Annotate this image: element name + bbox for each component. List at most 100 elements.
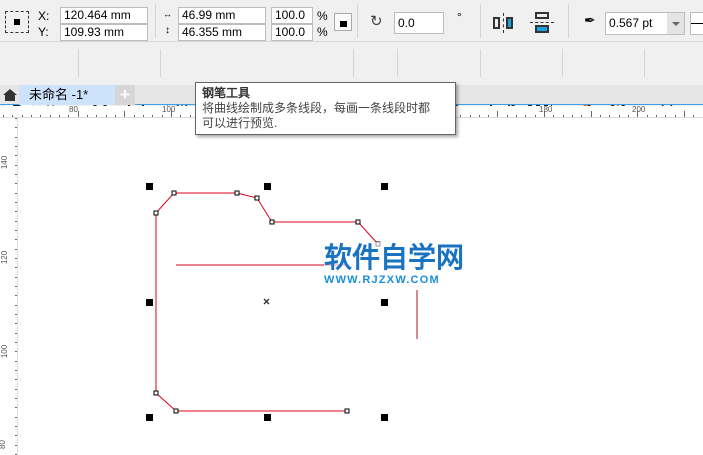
ruler-tick xyxy=(15,416,17,418)
ruler-tick xyxy=(646,115,648,117)
ruler-tick xyxy=(15,379,17,381)
rotate-icon: ↻ xyxy=(370,13,383,30)
width-input[interactable]: 46.99 mm xyxy=(178,7,266,24)
add-tab-button[interactable]: + xyxy=(115,85,135,105)
ruler-tick xyxy=(15,276,17,278)
selection-handle[interactable] xyxy=(146,414,153,421)
degree-label: ° xyxy=(457,10,462,24)
ruler-tick xyxy=(674,115,676,117)
selection-handle[interactable] xyxy=(146,183,153,190)
ruler-tick xyxy=(21,115,23,117)
y-position-input[interactable]: 109.93 mm xyxy=(60,24,148,41)
drawing-canvas[interactable]: 软件自学网 WWW.RJZXW.COM xyxy=(18,118,703,455)
ruler-tick xyxy=(15,425,17,427)
width-icon: ↔ xyxy=(163,9,172,19)
selection-handle[interactable] xyxy=(264,183,271,190)
tab-untitled-1[interactable]: 未命名 -1* xyxy=(19,85,115,105)
ruler-tick xyxy=(15,360,17,362)
x-label: X: xyxy=(38,9,50,23)
ruler-tick xyxy=(15,239,17,241)
mirror-vertical-button[interactable] xyxy=(530,12,554,34)
ruler-tick xyxy=(15,127,17,129)
scale-x-input[interactable]: 100.0 xyxy=(271,7,313,24)
percent-label: % xyxy=(317,25,328,39)
ruler-tick xyxy=(15,192,17,194)
ruler-tick xyxy=(49,115,51,117)
vertical-ruler: 140 120 100 80 xyxy=(0,118,18,455)
selection-handle[interactable] xyxy=(381,414,388,421)
mirror-horizontal-button[interactable] xyxy=(493,13,515,33)
ruler-tick xyxy=(15,220,17,222)
tooltip-body: 可以进行预览. xyxy=(202,116,278,130)
ruler-tick xyxy=(590,111,592,117)
scale-y-input[interactable]: 100.0 xyxy=(271,24,313,41)
outline-width-dropdown[interactable] xyxy=(667,13,684,34)
ruler-tick xyxy=(58,115,60,117)
ruler-tick xyxy=(15,257,17,259)
ruler-tick xyxy=(562,115,564,117)
center-marker-icon[interactable] xyxy=(263,298,270,305)
pen-path[interactable] xyxy=(155,213,347,412)
ruler-tick xyxy=(684,111,686,117)
ruler-tick xyxy=(15,388,17,390)
ruler-tick xyxy=(618,115,620,117)
ruler-tick xyxy=(553,115,555,117)
ruler-label: 80 xyxy=(69,105,78,114)
ruler-tick xyxy=(15,155,17,157)
ruler-tick xyxy=(665,115,667,117)
selection-handle[interactable] xyxy=(264,414,271,421)
ruler-tick xyxy=(15,136,17,138)
ruler-tick xyxy=(161,115,163,117)
pen-path-top[interactable] xyxy=(155,192,379,245)
ruler-tick xyxy=(488,115,490,117)
ruler-tick xyxy=(15,248,17,250)
ruler-tick xyxy=(189,115,191,117)
ruler-tick xyxy=(15,229,17,231)
ruler-tick xyxy=(30,115,32,117)
home-tab[interactable] xyxy=(0,85,19,105)
ruler-tick xyxy=(96,115,98,117)
ruler-tick xyxy=(15,407,17,409)
watermark-url: WWW.RJZXW.COM xyxy=(324,274,440,286)
ruler-tick xyxy=(637,111,639,117)
ruler-tick xyxy=(15,313,17,315)
percent-label: % xyxy=(317,9,328,23)
reference-point-icon[interactable] xyxy=(5,11,29,33)
ruler-tick xyxy=(572,115,574,117)
ruler-tick xyxy=(3,115,4,117)
ruler-tick xyxy=(544,111,546,117)
ruler-tick xyxy=(15,201,17,203)
ruler-tick xyxy=(581,115,583,117)
rotation-input[interactable]: 0.0 xyxy=(394,12,444,34)
height-input[interactable]: 46.355 mm xyxy=(178,24,266,41)
selection-handle[interactable] xyxy=(381,183,388,190)
ruler-tick xyxy=(600,115,602,117)
line-style-select[interactable] xyxy=(690,12,703,35)
ruler-tick xyxy=(506,115,508,117)
ruler-tick xyxy=(15,397,17,399)
ruler-label: 80 xyxy=(0,440,7,449)
ruler-label: 100 xyxy=(0,344,10,359)
ruler-label: 200 xyxy=(632,105,646,114)
ruler-tick xyxy=(142,115,144,117)
ruler-tick xyxy=(40,115,42,117)
selection-handle[interactable] xyxy=(381,299,388,306)
selection-handle[interactable] xyxy=(146,299,153,306)
ruler-tick xyxy=(516,115,518,117)
watermark: 软件自学网 WWW.RJZXW.COM xyxy=(324,242,470,286)
property-bar: X: Y: 120.464 mm 109.93 mm ↔ ↕ 46.99 mm … xyxy=(0,0,703,42)
ruler-tick xyxy=(15,341,17,343)
ruler-tick xyxy=(534,115,536,117)
ruler-tick xyxy=(105,115,107,117)
watermark-title: 软件自学网 xyxy=(324,242,465,273)
ruler-tick xyxy=(15,444,17,446)
ruler-tick xyxy=(15,323,17,325)
ruler-tick xyxy=(15,267,17,269)
ruler-tick xyxy=(124,111,126,117)
ruler-tick xyxy=(180,115,182,117)
ruler-label: 140 xyxy=(0,155,10,170)
ruler-tick xyxy=(478,115,480,117)
x-position-input[interactable]: 120.464 mm xyxy=(60,7,148,24)
lock-ratio-button[interactable] xyxy=(334,13,352,31)
tooltip: 钢笔工具 将曲线绘制成多条线段，每画一条线段时都 可以进行预览. xyxy=(195,82,456,135)
